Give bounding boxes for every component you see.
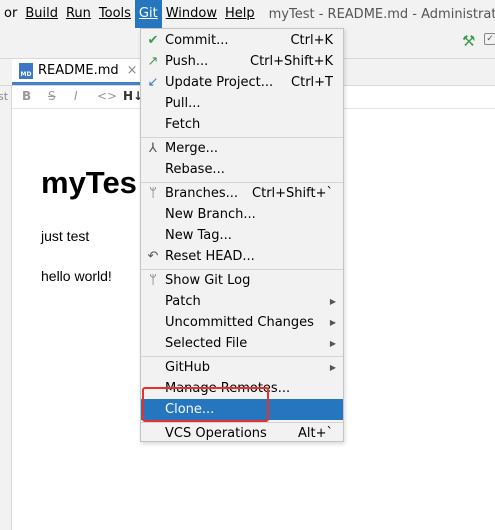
menu-help[interactable]: Help [221,0,259,28]
git-menu-pull[interactable]: Pull... [141,93,343,114]
git-menu-label: Update Project... [165,75,274,90]
menu-navigate[interactable]: or [0,0,21,28]
strikethrough-button[interactable]: S [48,89,56,103]
markdown-file-icon: MD [19,62,33,79]
git-menu: ✔ Commit... Ctrl+K ↗ Push... Ctrl+Shift+… [140,28,344,442]
git-menu-update-project[interactable]: ↙ Update Project... Ctrl+T [141,72,343,93]
menu-bar: or Build Run Tools Git Window Help myTes… [0,0,495,28]
tab-readme[interactable]: MD README.md × [12,59,140,85]
git-menu-label: Reset HEAD... [165,249,255,264]
window-title: myTest - README.md - Administrato [268,6,495,22]
submenu-arrow-icon: ▶ [329,363,336,372]
git-menu-vcs-operations[interactable]: VCS Operations Alt+` [141,423,343,444]
menu-git-label: Git [138,6,158,21]
git-menu-label: New Branch... [165,207,256,222]
git-menu-label: Push... [165,54,209,69]
submenu-arrow-icon: ▶ [329,318,336,327]
preview-paragraph: just test [41,228,90,244]
git-menu-shortcut: Ctrl+T [291,75,333,90]
git-menu-label: Pull... [165,96,201,111]
git-menu-new-branch[interactable]: New Branch... [141,204,343,225]
submenu-arrow-icon: ▶ [329,297,336,306]
close-icon[interactable]: × [127,63,138,78]
highlight-annotation [142,387,269,422]
menu-tools[interactable]: Tools [95,0,135,28]
menu-run[interactable]: Run [62,0,95,28]
git-menu-label: GitHub [165,360,211,375]
git-log-icon: ᛘ [149,273,157,288]
git-menu-shortcut: Ctrl+Shift+K [250,54,333,69]
menu-help-label: Help [224,6,255,21]
git-menu-label: Rebase... [165,162,225,177]
undo-icon: ↶ [147,249,159,264]
code-button[interactable]: <> [97,89,117,103]
check-icon: ✔ [147,33,159,48]
menu-window[interactable]: Window [162,0,221,28]
merge-icon: ⅄ [149,141,157,156]
vcs-update-icon[interactable]: ✓ [484,33,495,45]
preview-paragraph: hello world! [41,268,112,284]
menu-build[interactable]: Build [21,0,62,28]
git-menu-label: Branches... [165,186,239,201]
git-menu-label: Merge... [165,141,218,156]
git-menu-github[interactable]: GitHub ▶ [141,357,343,378]
git-menu-label: Uncommitted Changes [165,315,314,330]
push-arrow-icon: ↗ [147,54,159,69]
update-arrow-icon: ↙ [147,75,159,90]
git-menu-new-tag[interactable]: New Tag... [141,225,343,246]
git-menu-branches[interactable]: ᛘ Branches... Ctrl+Shift+` [141,183,343,204]
preview-heading: myTes [41,165,137,200]
git-menu-commit[interactable]: ✔ Commit... Ctrl+K [141,30,343,51]
branch-icon: ᛘ [149,186,157,201]
git-menu-label: Fetch [165,117,201,132]
git-menu-fetch[interactable]: Fetch [141,114,343,135]
git-menu-reset-head[interactable]: ↶ Reset HEAD... [141,246,343,267]
menu-git[interactable]: Git [134,0,162,28]
git-menu-selected-file[interactable]: Selected File ▶ [141,333,343,354]
menu-tools-label: Tools [98,6,131,21]
git-menu-push[interactable]: ↗ Push... Ctrl+Shift+K [141,51,343,72]
menu-window-label: Window [165,6,217,21]
git-menu-label: VCS Operations [165,426,267,441]
git-menu-merge[interactable]: ⅄ Merge... [141,138,343,159]
git-menu-shortcut: Ctrl+Shift+` [252,186,333,201]
git-menu-shortcut: Alt+` [298,426,333,441]
italic-button[interactable]: I [74,89,78,103]
menu-run-label: Run [65,6,91,21]
git-menu-label: Selected File [165,336,248,351]
menu-build-label: Build [25,6,58,21]
git-menu-patch[interactable]: Patch ▶ [141,291,343,312]
gutter-text: st [0,90,9,103]
git-menu-shortcut: Ctrl+K [290,33,333,48]
bold-button[interactable]: B [22,89,31,103]
git-menu-label: New Tag... [165,228,232,243]
git-menu-label: Show Git Log [165,273,251,288]
left-gutter: st [0,86,12,530]
git-menu-label: Patch [165,294,201,309]
submenu-arrow-icon: ▶ [329,339,336,348]
tab-label: README.md [38,63,119,78]
git-menu-label: Commit... [165,33,229,48]
git-menu-show-git-log[interactable]: ᛘ Show Git Log [141,270,343,291]
build-hammer-icon[interactable]: ⚒ [462,32,475,50]
git-menu-rebase[interactable]: Rebase... [141,159,343,180]
git-menu-uncommitted-changes[interactable]: Uncommitted Changes ▶ [141,312,343,333]
